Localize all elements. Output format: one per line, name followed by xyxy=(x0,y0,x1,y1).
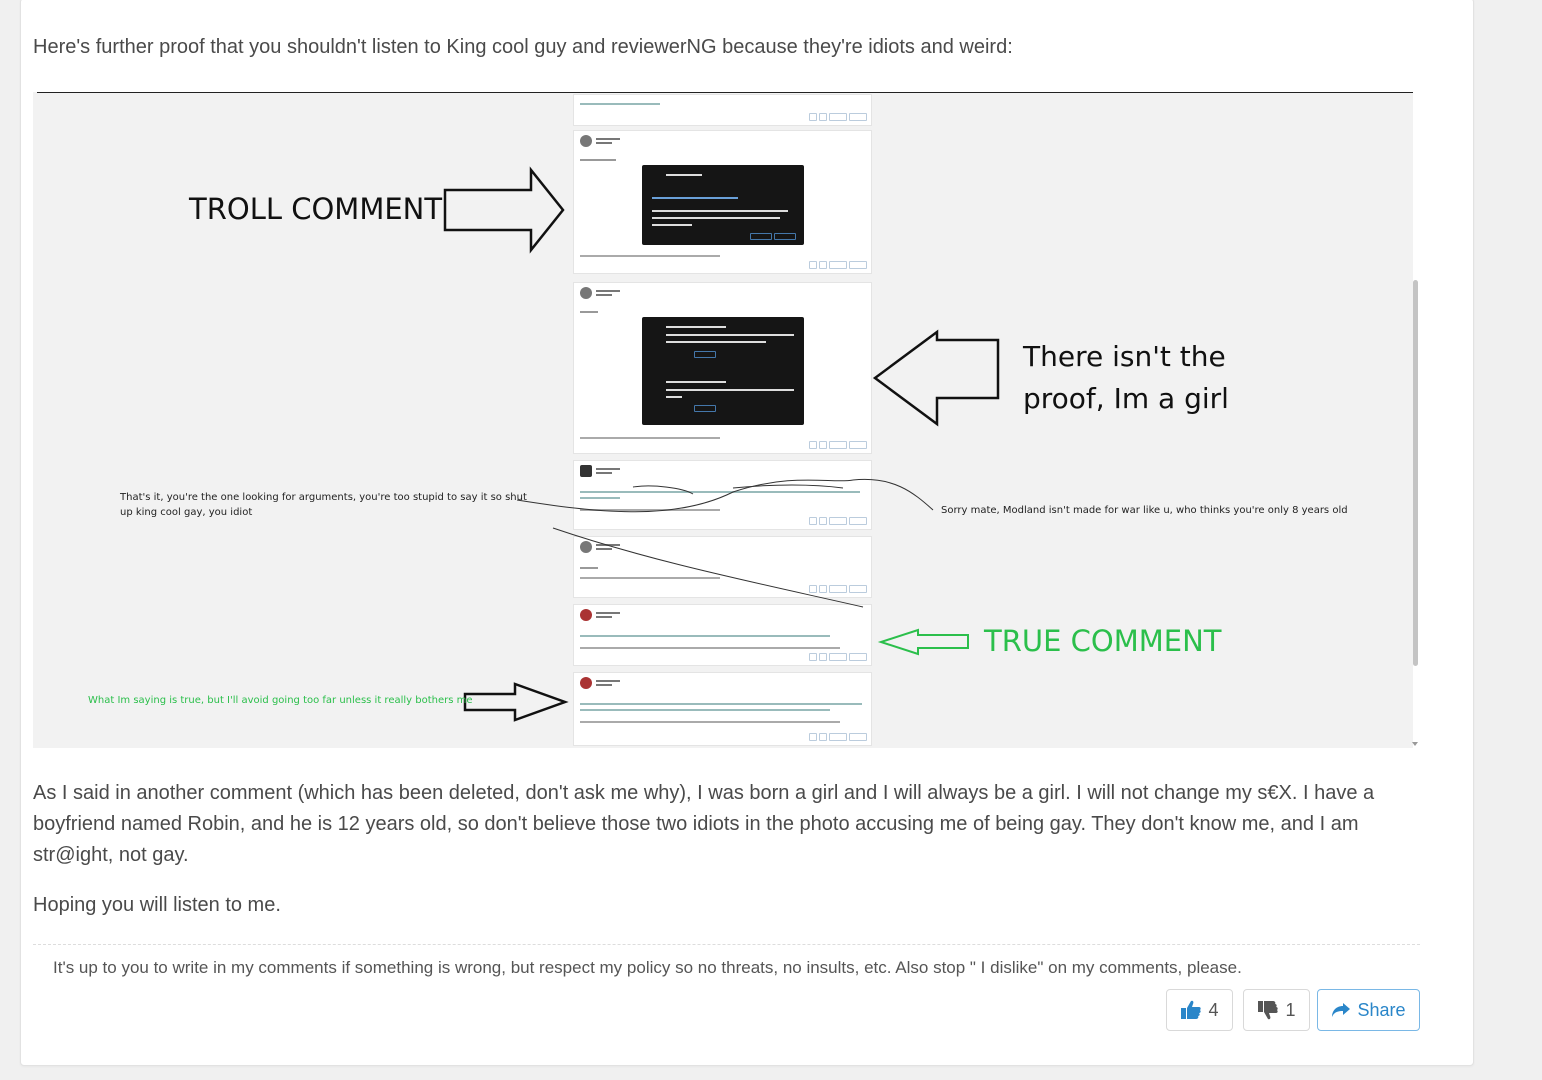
signature-divider xyxy=(33,944,1420,945)
like-count: 4 xyxy=(1208,999,1219,1020)
share-arrow-icon xyxy=(1332,1003,1351,1017)
right-note: Sorry mate, Modland isn't made for war l… xyxy=(941,505,1348,516)
like-button[interactable]: 4 xyxy=(1166,989,1233,1031)
thumbs-up-icon xyxy=(1181,1000,1202,1019)
troll-comment-annotation: TROLL COMMENT xyxy=(189,192,443,226)
post-closing-text: Hoping you will listen to me. xyxy=(33,894,281,916)
proof-annotation-line2: proof, Im a girl xyxy=(1023,382,1229,415)
green-note: What Im saying is true, but I'll avoid g… xyxy=(88,695,473,706)
dislike-count: 1 xyxy=(1285,999,1296,1020)
thumbs-down-icon xyxy=(1258,1001,1279,1020)
post-intro-text: Here's further proof that you shouldn't … xyxy=(33,36,1013,58)
left-note-line1: That's it, you're the one looking for ar… xyxy=(120,492,527,503)
signature-policy-text: It's up to you to write in my comments i… xyxy=(53,958,1242,977)
proof-annotation-line1: There isn't the xyxy=(1023,340,1226,373)
share-label: Share xyxy=(1357,999,1406,1020)
left-note-line2: up king cool gay, you idiot xyxy=(120,507,253,518)
scroll-down-icon[interactable] xyxy=(1412,742,1418,746)
post-body-text: As I said in another comment (which has … xyxy=(33,782,1375,866)
scrollbar-thumb[interactable] xyxy=(1413,280,1418,666)
true-comment-annotation: TRUE COMMENT xyxy=(984,624,1222,658)
share-button[interactable]: Share xyxy=(1317,989,1420,1031)
dislike-button[interactable]: 1 xyxy=(1243,989,1310,1031)
embedded-screenshot-image: TROLL COMMENT There isn't the proof, Im … xyxy=(33,92,1413,748)
